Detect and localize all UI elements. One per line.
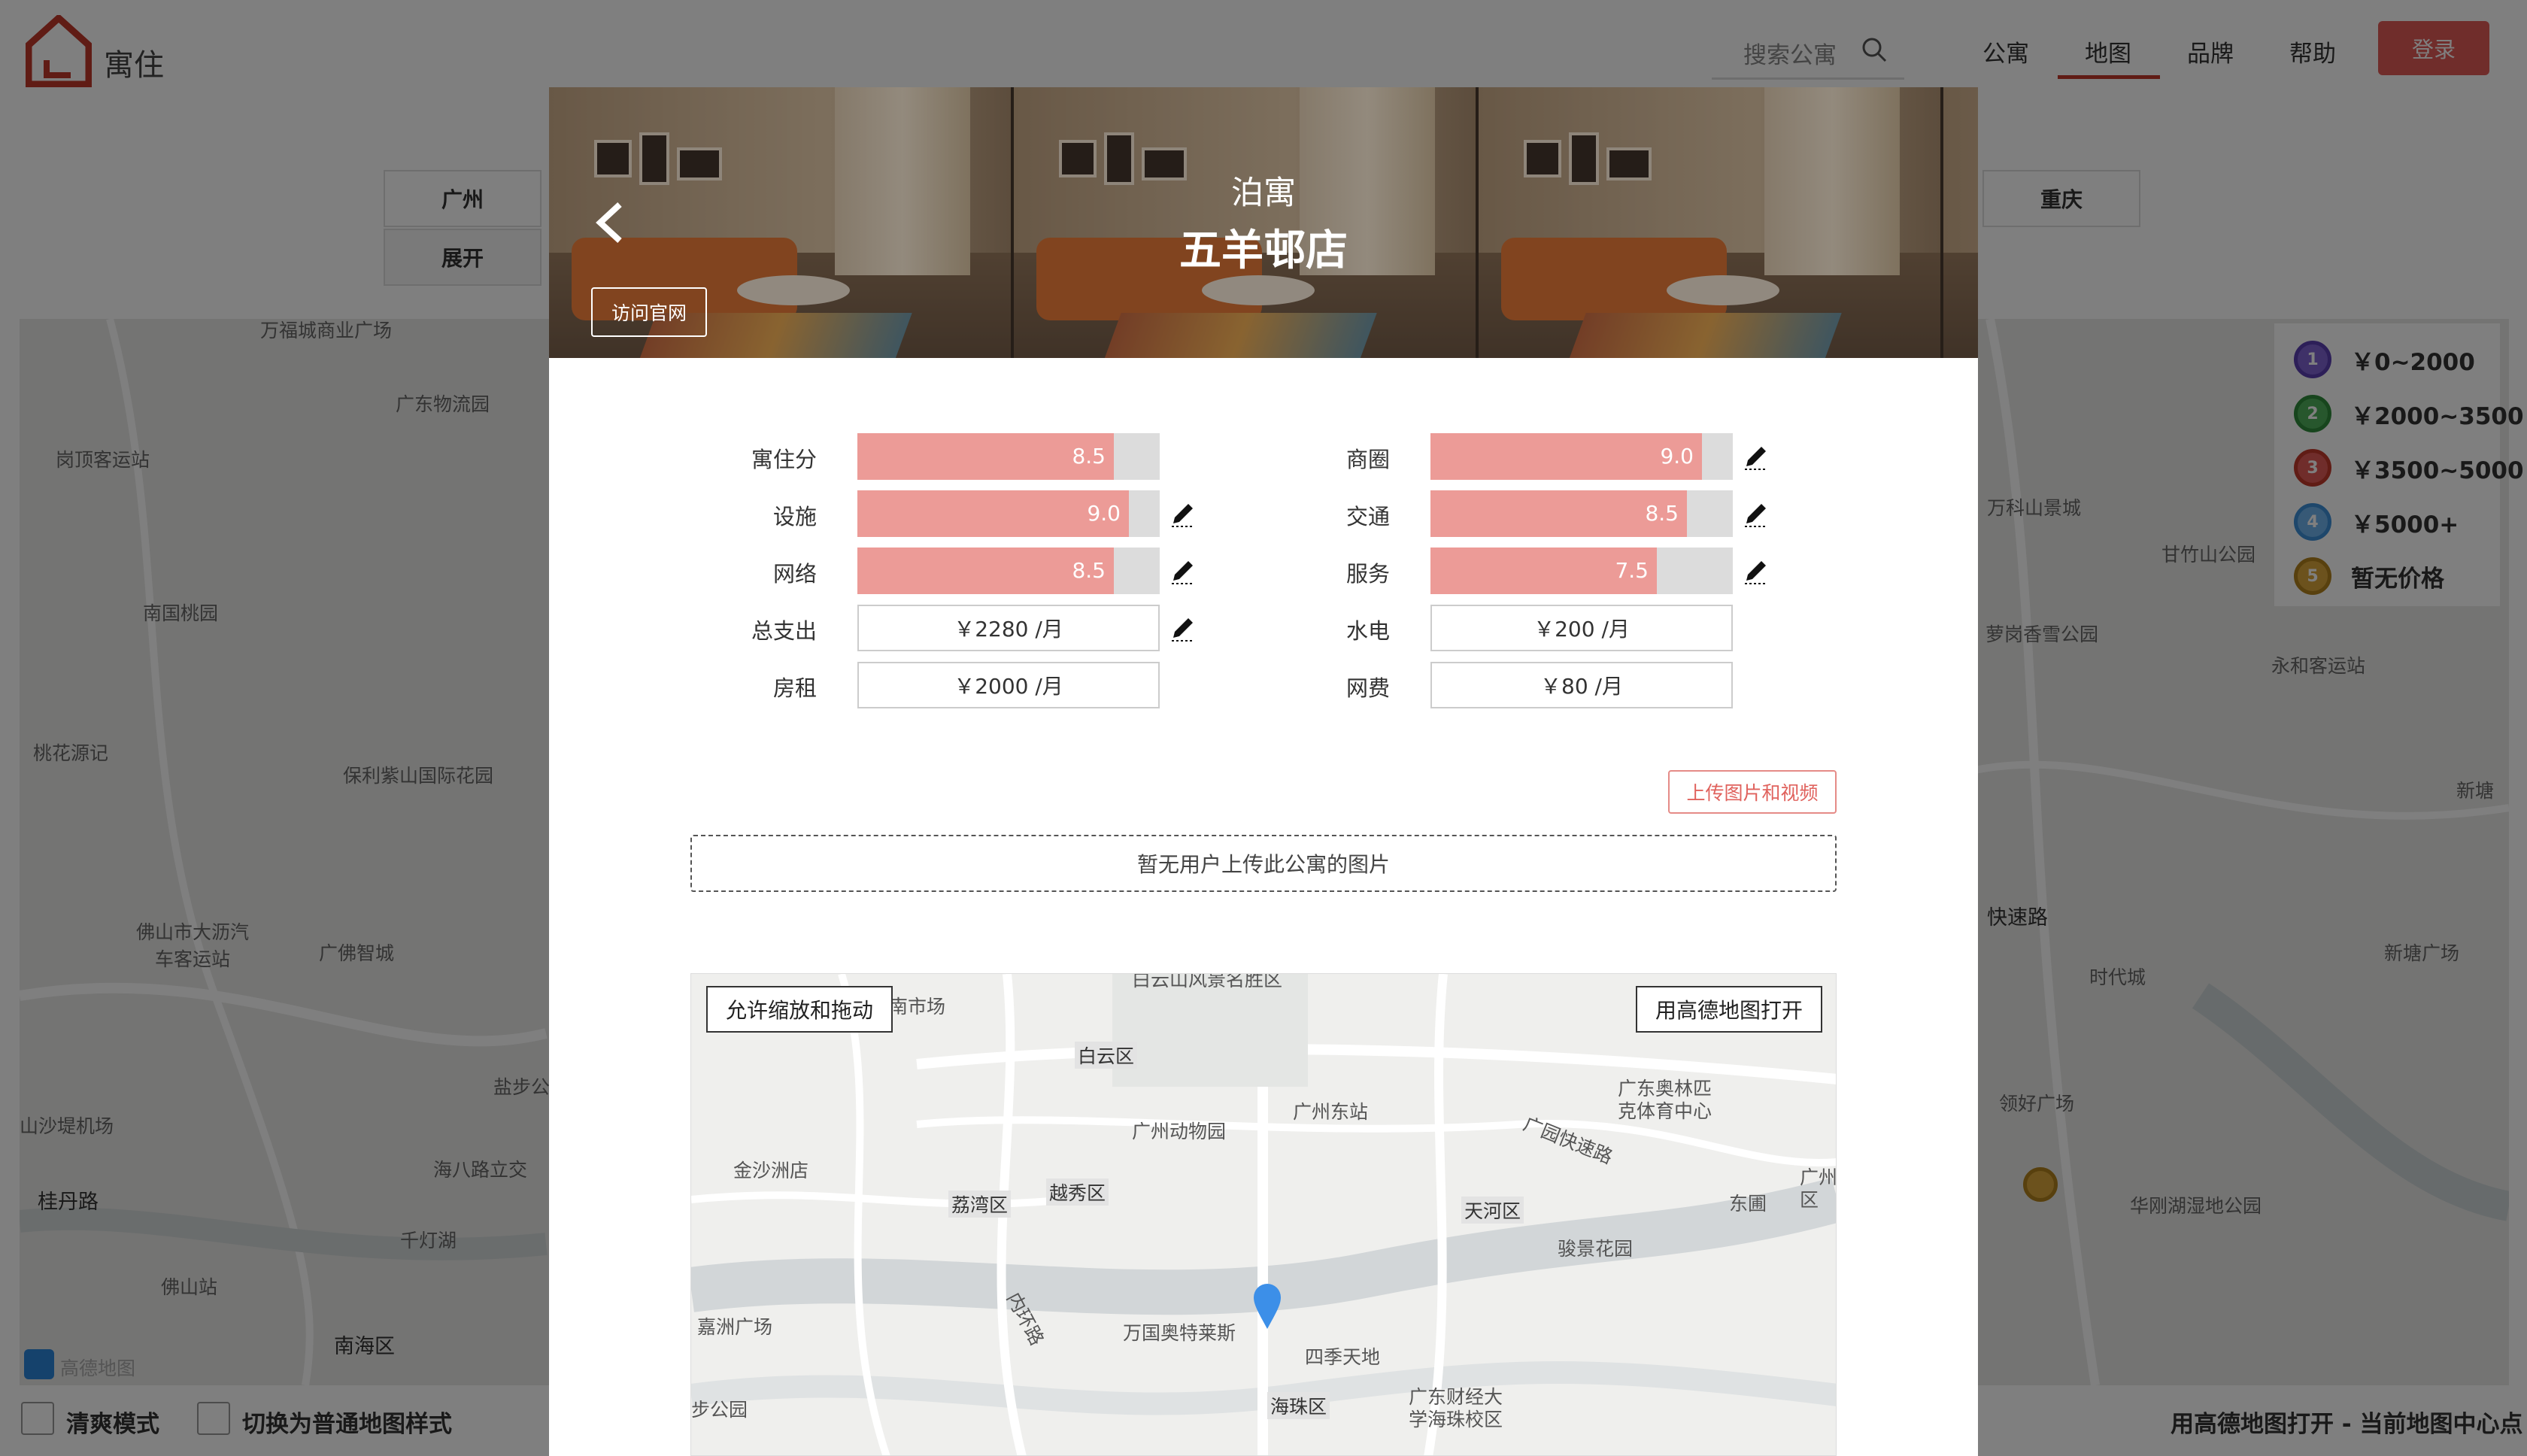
score-bar: 8.5 bbox=[857, 433, 1160, 480]
score-value: 8.5 bbox=[1645, 501, 1679, 526]
score-value: 8.5 bbox=[1072, 558, 1106, 583]
map-label: 金沙洲店 bbox=[733, 1160, 809, 1181]
apartment-location-map[interactable]: 白云山风景名胜区 江南市场 广州动物园 广州东站 广东奥林匹克体育中心 金沙洲店… bbox=[690, 973, 1837, 1456]
map-label: 广州区 bbox=[1800, 1166, 1837, 1211]
score-label: 交通 bbox=[1345, 504, 1390, 529]
map-label: 嘉洲广场 bbox=[697, 1316, 773, 1338]
edit-pencil-icon[interactable] bbox=[1742, 499, 1770, 528]
score-label: 网络 bbox=[772, 561, 817, 587]
cost-label: 网费 bbox=[1345, 675, 1390, 701]
score-bar: 7.5 bbox=[1430, 548, 1733, 594]
score-value: 9.0 bbox=[1087, 501, 1121, 526]
score-value: 7.5 bbox=[1615, 558, 1649, 583]
edit-pencil-icon[interactable] bbox=[1742, 442, 1770, 471]
upload-media-button[interactable]: 上传图片和视频 bbox=[1668, 770, 1837, 814]
map-label: 东圃 bbox=[1729, 1193, 1767, 1215]
rent-value: ￥2000 /月 bbox=[857, 662, 1160, 708]
map-label: 广东财经大学海珠校区 bbox=[1409, 1386, 1503, 1430]
cost-label: 房租 bbox=[772, 675, 817, 701]
edit-pencil-icon[interactable] bbox=[1169, 614, 1197, 642]
map-label: 广州东站 bbox=[1293, 1101, 1369, 1123]
edit-pencil-icon[interactable] bbox=[1742, 557, 1770, 585]
score-label: 设施 bbox=[772, 504, 817, 529]
score-bar: 8.5 bbox=[857, 548, 1160, 594]
edit-pencil-icon[interactable] bbox=[1169, 557, 1197, 585]
cost-label: 水电 bbox=[1345, 618, 1390, 644]
store-name: 五羊邨店 bbox=[1179, 226, 1348, 275]
district-label: 海珠区 bbox=[1267, 1392, 1330, 1419]
internet-fee-value: ￥80 /月 bbox=[1430, 662, 1733, 708]
total-cost-value: ￥2280 /月 bbox=[857, 605, 1160, 651]
district-label: 白云区 bbox=[1075, 1042, 1138, 1069]
apartment-banner: 访问官网 泊寓 五羊邨店 bbox=[549, 87, 1978, 358]
score-bar: 9.0 bbox=[1430, 433, 1733, 480]
enable-zoom-drag-button[interactable]: 允许缩放和拖动 bbox=[706, 986, 893, 1033]
cost-label: 总支出 bbox=[751, 618, 817, 644]
brand-name: 泊寓 bbox=[1231, 174, 1296, 212]
map-label: 步公园 bbox=[691, 1399, 748, 1421]
map-label: 白云山风景名胜区 bbox=[1132, 973, 1283, 990]
visit-website-button[interactable]: 访问官网 bbox=[591, 287, 707, 337]
no-user-images-placeholder: 暂无用户上传此公寓的图片 bbox=[690, 835, 1837, 892]
map-label: 万国奥特莱斯 bbox=[1123, 1322, 1236, 1344]
district-label: 荔湾区 bbox=[948, 1191, 1012, 1218]
apartment-detail-modal: 访问官网 泊寓 五羊邨店 寓住分 8.5 设施 9.0 网络 8.5 总支出 ￥… bbox=[549, 87, 1978, 1456]
open-in-amap-button[interactable]: 用高德地图打开 bbox=[1636, 986, 1822, 1033]
score-label: 商圈 bbox=[1345, 447, 1390, 472]
district-label: 越秀区 bbox=[1046, 1178, 1109, 1206]
score-label: 寓住分 bbox=[751, 447, 817, 472]
score-bar: 8.5 bbox=[1430, 490, 1733, 537]
score-value: 9.0 bbox=[1660, 444, 1694, 469]
map-label: 四季天地 bbox=[1305, 1346, 1381, 1368]
minimap-roads bbox=[691, 974, 1836, 1455]
map-label: 骏景花园 bbox=[1558, 1238, 1634, 1260]
edit-pencil-icon[interactable] bbox=[1169, 499, 1197, 528]
map-label: 广东奥林匹克体育中心 bbox=[1618, 1078, 1712, 1122]
score-bar: 9.0 bbox=[857, 490, 1160, 537]
utilities-value: ￥200 /月 bbox=[1430, 605, 1733, 651]
map-label: 广州动物园 bbox=[1132, 1121, 1227, 1142]
location-pin-icon[interactable] bbox=[1252, 1282, 1282, 1330]
district-label: 天河区 bbox=[1461, 1197, 1524, 1224]
score-label: 服务 bbox=[1345, 561, 1390, 587]
score-value: 8.5 bbox=[1072, 444, 1106, 469]
